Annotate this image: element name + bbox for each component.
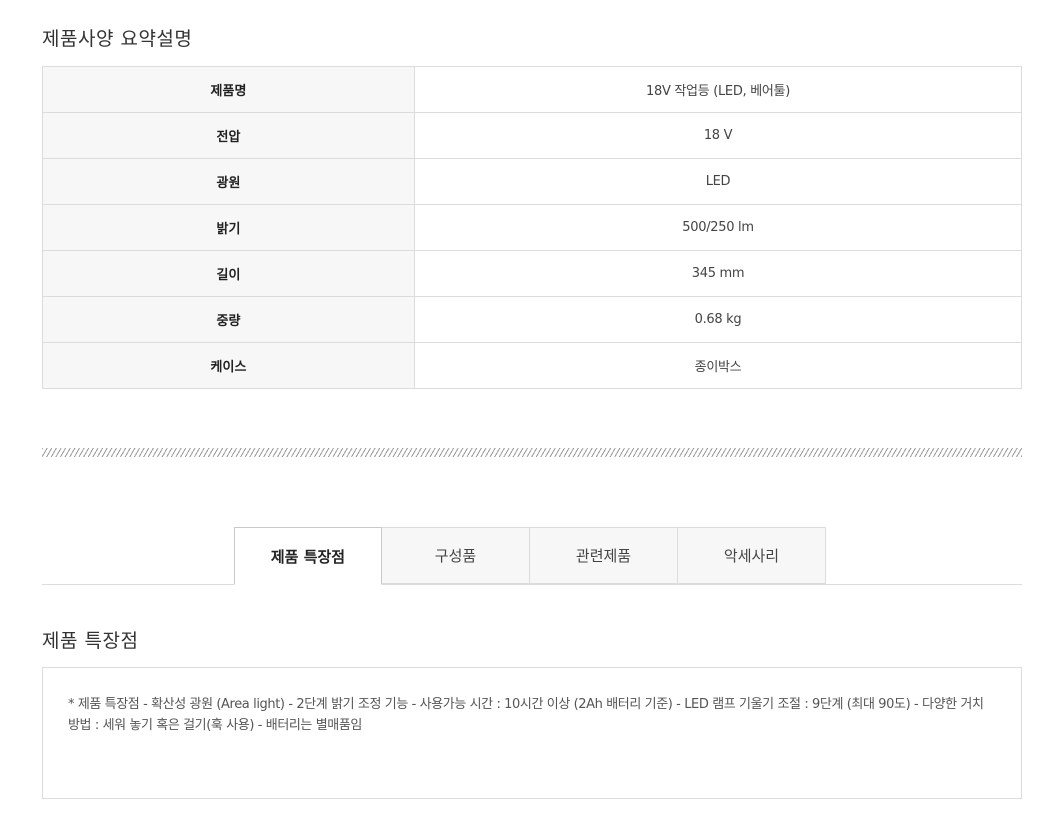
tab-features[interactable]: 제품 특장점 [234, 527, 382, 585]
features-section-title: 제품 특장점 [42, 630, 139, 652]
features-box: * 제품 특장점 - 확산성 광원 (Area light) - 2단계 밝기 … [42, 667, 1022, 799]
table-row: 길이 345 mm [42, 250, 1022, 297]
spec-value-light-source: LED [414, 158, 1022, 205]
tab-components[interactable]: 구성품 [382, 527, 530, 584]
table-row: 광원 LED [42, 158, 1022, 205]
tab-baseline [42, 584, 1022, 585]
spec-label-case: 케이스 [42, 342, 415, 389]
spec-value-voltage: 18 V [414, 112, 1022, 159]
tab-related-products[interactable]: 관련제품 [530, 527, 678, 584]
product-tabs: 제품 특장점 구성품 관련제품 악세사리 [234, 527, 826, 585]
table-row: 밝기 500/250 lm [42, 204, 1022, 251]
spec-label-product-name: 제품명 [42, 66, 415, 113]
table-row: 중량 0.68 kg [42, 296, 1022, 343]
spec-label-voltage: 전압 [42, 112, 415, 159]
product-detail-page: 제품사양 요약설명 제품명 18V 작업등 (LED, 베어툴) 전압 18 V… [0, 0, 1058, 814]
features-text: * 제품 특장점 - 확산성 광원 (Area light) - 2단계 밝기 … [68, 697, 984, 733]
spec-table: 제품명 18V 작업등 (LED, 베어툴) 전압 18 V 광원 LED 밝기… [42, 66, 1022, 389]
spec-label-brightness: 밝기 [42, 204, 415, 251]
spec-value-length: 345 mm [414, 250, 1022, 297]
spec-value-case: 종이박스 [694, 360, 742, 375]
spec-label-length: 길이 [42, 250, 415, 297]
spec-label-light-source: 광원 [42, 158, 415, 205]
tab-accessories[interactable]: 악세사리 [678, 527, 826, 584]
spec-value-product-name: 18V 작업등 (LED, 베어툴) [414, 66, 1022, 113]
spec-label-weight: 중량 [42, 296, 415, 343]
table-row: 케이스 종이박스 [42, 342, 1022, 389]
hatched-divider [42, 448, 1022, 457]
spec-value-brightness: 500/250 lm [414, 204, 1022, 251]
table-row: 전압 18 V [42, 112, 1022, 159]
spec-value-weight: 0.68 kg [414, 296, 1022, 343]
spec-section-title: 제품사양 요약설명 [42, 28, 193, 50]
table-row: 제품명 18V 작업등 (LED, 베어툴) [42, 66, 1022, 113]
